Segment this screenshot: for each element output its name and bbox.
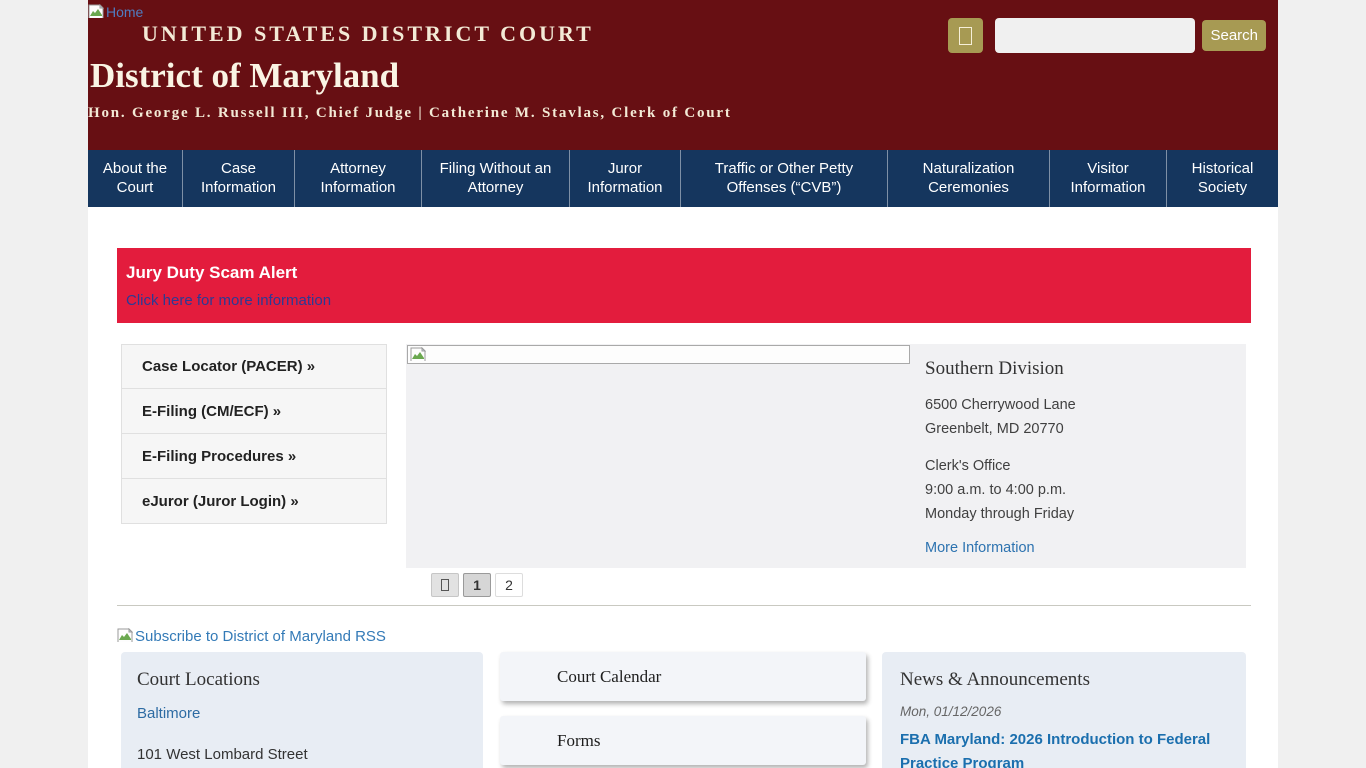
nav-item-historical-society[interactable]: Historical Society (1167, 150, 1278, 207)
division-more-information-link[interactable]: More Information (925, 540, 1035, 556)
nav-item-visitor-information[interactable]: Visitor Information (1050, 150, 1167, 207)
carousel-page-1-button[interactable]: 1 (463, 573, 491, 597)
news-headline-link[interactable]: FBA Maryland: 2026 Introduction to Feder… (900, 728, 1228, 768)
section-divider (117, 605, 1251, 606)
pause-icon-missing-glyph (441, 579, 449, 591)
nav-item-filing-without-attorney[interactable]: Filing Without an Attorney (422, 150, 570, 207)
rss-link-label: Subscribe to District of Maryland RSS (135, 628, 386, 645)
search-button[interactable]: Search (1202, 20, 1266, 51)
quicklink-ejuror-login[interactable]: eJuror (Juror Login) » (121, 479, 387, 524)
search-icon-button[interactable] (948, 18, 983, 53)
division-info: Southern Division 6500 Cherrywood Lane G… (925, 358, 1225, 557)
division-hours: 9:00 a.m. to 4:00 p.m. (925, 478, 1225, 502)
baltimore-address: 101 West Lombard Street (137, 746, 467, 763)
masthead: Home UNITED STATES DISTRICT COURT Distri… (88, 0, 1278, 150)
action-cards-column: Court Calendar Forms (500, 652, 866, 765)
broken-image-icon (88, 4, 104, 18)
jury-scam-alert-banner: Jury Duty Scam Alert Click here for more… (117, 248, 1251, 323)
nav-item-about-the-court[interactable]: About the Court (88, 150, 183, 207)
news-announcements-panel: News & Announcements Mon, 01/12/2026 FBA… (882, 652, 1246, 768)
court-eyebrow-title: UNITED STATES DISTRICT COURT (142, 21, 594, 47)
search-input[interactable] (995, 18, 1195, 53)
carousel-pagination: 1 2 (431, 573, 1246, 597)
nav-item-traffic-cvb[interactable]: Traffic or Other Petty Offenses (“CVB”) (681, 150, 888, 207)
court-locations-panel: Court Locations Baltimore 101 West Lomba… (121, 652, 483, 768)
nav-item-juror-information[interactable]: Juror Information (570, 150, 681, 207)
nav-item-case-information[interactable]: Case Information (183, 150, 295, 207)
nav-item-naturalization-ceremonies[interactable]: Naturalization Ceremonies (888, 150, 1050, 207)
broken-image-icon (117, 628, 133, 642)
alert-title: Jury Duty Scam Alert (126, 263, 1251, 283)
division-title: Southern Division (925, 358, 1225, 380)
rss-subscribe-link[interactable]: Subscribe to District of Maryland RSS (117, 628, 1278, 645)
main-content-row: Case Locator (PACER) » E-Filing (CM/ECF)… (88, 323, 1278, 597)
page-container: Home UNITED STATES DISTRICT COURT Distri… (88, 0, 1278, 768)
quicklinks-sidebar: Case Locator (PACER) » E-Filing (CM/ECF)… (121, 344, 387, 597)
site-title: District of Maryland (90, 56, 399, 96)
home-link-label: Home (106, 4, 143, 20)
bottom-row: Court Locations Baltimore 101 West Lomba… (121, 652, 1246, 768)
judges-subtitle: Hon. George L. Russell III, Chief Judge … (88, 105, 732, 122)
division-carousel-slide: Southern Division 6500 Cherrywood Lane G… (406, 344, 1246, 568)
division-office: Clerk's Office (925, 454, 1225, 478)
quicklink-case-locator-pacer[interactable]: Case Locator (PACER) » (121, 344, 387, 389)
main-navigation: About the Court Case Information Attorne… (88, 150, 1278, 207)
carousel-column: Southern Division 6500 Cherrywood Lane G… (406, 344, 1246, 597)
carousel-pause-button[interactable] (431, 573, 459, 597)
broken-image-icon (410, 347, 426, 361)
baltimore-location-link[interactable]: Baltimore (137, 705, 200, 722)
quicklink-efiling-procedures[interactable]: E-Filing Procedures » (121, 434, 387, 479)
court-locations-title: Court Locations (137, 669, 467, 691)
carousel-broken-image (407, 345, 910, 364)
search-icon (959, 27, 972, 45)
division-address-line2: Greenbelt, MD 20770 (925, 417, 1225, 441)
search-area: Search (948, 18, 1266, 53)
home-link[interactable]: Home (88, 4, 143, 20)
forms-card[interactable]: Forms (500, 716, 866, 765)
court-calendar-card[interactable]: Court Calendar (500, 652, 866, 701)
quicklink-efiling-cmecf[interactable]: E-Filing (CM/ECF) » (121, 389, 387, 434)
nav-item-attorney-information[interactable]: Attorney Information (295, 150, 422, 207)
carousel-page-2-button[interactable]: 2 (495, 573, 523, 597)
news-title: News & Announcements (900, 669, 1228, 691)
division-days: Monday through Friday (925, 502, 1225, 526)
division-address-line1: 6500 Cherrywood Lane (925, 393, 1225, 417)
news-date: Mon, 01/12/2026 (900, 704, 1228, 719)
alert-more-info-link[interactable]: Click here for more information (126, 292, 331, 309)
